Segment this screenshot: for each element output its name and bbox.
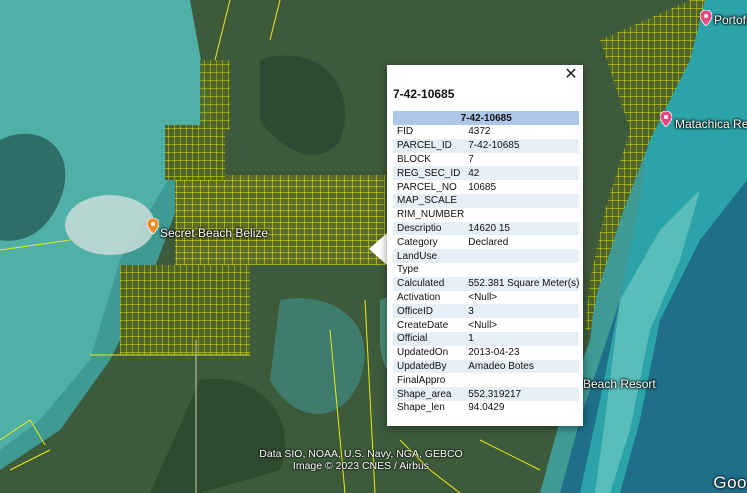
- table-row: PARCEL_NO 10685: [393, 180, 579, 194]
- attribute-value: 552.381 Square Meter(s): [464, 276, 580, 291]
- table-row: LandUse: [393, 249, 580, 263]
- table-row: FinalAppro: [393, 373, 579, 387]
- table-row: Descriptio 14620 15: [393, 221, 580, 236]
- attribute-key: PARCEL_ID: [393, 138, 465, 153]
- attribute-value: Declared: [468, 236, 509, 248]
- attribute-key: REG_SEC_ID: [393, 166, 465, 181]
- attribute-table: 7-42-10685 FID 4372 PARCEL_ID 7-42-10685 BLO…: [393, 111, 580, 415]
- attribute-key: Activation: [397, 291, 441, 303]
- table-row: MAP_SCALE: [393, 193, 580, 208]
- attribute-value: [464, 373, 579, 387]
- attribute-key: BLOCK: [397, 153, 431, 165]
- attribute-value: 552.319217: [464, 387, 580, 401]
- map-attribution: Data SIO, NOAA, U.S. Navy, NGA, GEBCO Im…: [230, 448, 492, 472]
- table-row: Shape_len 94.0429: [393, 401, 579, 415]
- attribute-value: 2013-04-23: [468, 347, 520, 359]
- attribute-key: RIM_NUMBER: [397, 209, 465, 221]
- attribute-value: Amadeo Botes: [464, 359, 580, 374]
- attribute-key: FID: [397, 126, 414, 138]
- hotel-pin-icon[interactable]: [660, 111, 672, 127]
- popup-title: 7-42-10685: [393, 87, 455, 101]
- attribute-value: 10685: [468, 181, 497, 193]
- table-row: PARCEL_ID 7-42-10685: [393, 138, 580, 153]
- table-row: UpdatedBy Amadeo Botes: [393, 359, 580, 374]
- close-icon[interactable]: ✕: [563, 67, 579, 83]
- attribute-value: 42: [464, 166, 580, 181]
- attribute-value: 94.0429: [468, 402, 505, 414]
- popup-pointer: [369, 233, 387, 265]
- attribute-key: LandUse: [393, 249, 465, 263]
- place-label-secret-beach[interactable]: Secret Beach Belize: [160, 226, 268, 240]
- table-row: CreateDate <Null>: [393, 318, 579, 332]
- place-label-matachica[interactable]: Matachica Reso: [675, 117, 747, 131]
- attribute-key: Calculated: [393, 276, 465, 291]
- attribute-value: 1: [464, 331, 580, 346]
- place-label-portofino[interactable]: Portofin: [714, 13, 747, 27]
- table-row: OfficeID 3: [393, 304, 580, 319]
- attribute-key: Shape_area: [393, 387, 465, 401]
- table-row: FID 4372: [393, 125, 579, 139]
- attribute-value: <Null>: [468, 291, 498, 303]
- attribute-value: 4372: [468, 126, 491, 138]
- attribute-key: Official: [393, 331, 465, 346]
- attribute-key: CreateDate: [397, 319, 449, 331]
- attribute-key: MAP_SCALE: [393, 193, 465, 208]
- table-row: Category Declared: [393, 235, 579, 249]
- attribute-key: PARCEL_NO: [397, 181, 457, 193]
- table-row: UpdatedOn 2013-04-23: [393, 346, 579, 360]
- attribution-data: Data SIO, NOAA, U.S. Navy, NGA, GEBCO: [259, 448, 463, 460]
- table-row: RIM_NUMBER: [393, 208, 579, 222]
- attribute-value: 7-42-10685: [464, 138, 580, 153]
- attribution-image: Image © 2023 CNES / Airbus: [292, 460, 430, 472]
- location-pin-icon[interactable]: [147, 218, 159, 234]
- attribute-key: UpdatedBy: [393, 359, 465, 374]
- table-row: REG_SEC_ID 42: [393, 166, 580, 181]
- attribute-key: UpdatedOn: [397, 347, 449, 359]
- attribute-value: [464, 249, 580, 263]
- google-logo: Goo: [713, 473, 747, 492]
- feature-info-popup: ✕ 7-42-10685 7-42-10685 FID 4372 PARCEL_ID…: [387, 65, 583, 426]
- table-row: Calculated 552.381 Square Meter(s): [393, 276, 580, 291]
- table-row: Type: [393, 263, 579, 277]
- attribute-value: [464, 193, 580, 208]
- table-row: Activation <Null>: [393, 291, 579, 305]
- attribute-value: 7: [468, 153, 474, 165]
- place-label-beach-resort[interactable]: Beach Resort: [583, 377, 656, 391]
- attribute-table-header: 7-42-10685: [393, 111, 580, 125]
- attribute-value: [464, 263, 579, 277]
- table-row: BLOCK 7: [393, 153, 579, 167]
- attribute-key: Descriptio: [393, 221, 465, 236]
- attribute-value: 14620 15: [464, 221, 580, 236]
- attribute-key: Type: [397, 264, 419, 276]
- attribute-value: [464, 208, 579, 222]
- attribute-key: FinalAppro: [397, 374, 446, 386]
- hotel-pin-icon[interactable]: [700, 10, 712, 26]
- attribute-key: Shape_len: [397, 402, 445, 414]
- attribute-key: Category: [397, 236, 438, 248]
- attribute-key: OfficeID: [393, 304, 465, 319]
- table-row: Official 1: [393, 331, 580, 346]
- attribute-value: <Null>: [468, 319, 498, 331]
- attribute-value: 3: [464, 304, 580, 319]
- table-row: Shape_area 552.319217: [393, 387, 580, 401]
